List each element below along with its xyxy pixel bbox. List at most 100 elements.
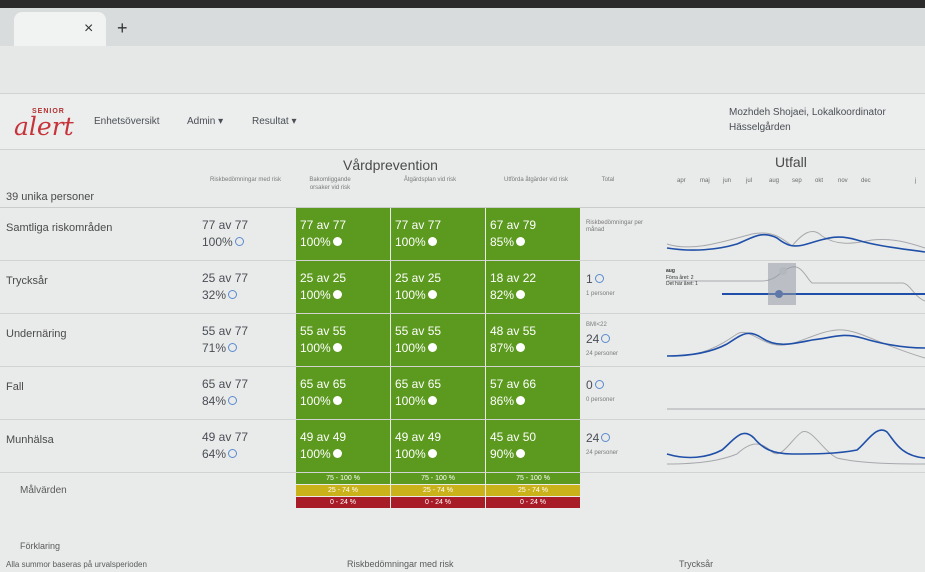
row-label[interactable]: Fall	[6, 381, 24, 393]
info-icon[interactable]	[234, 237, 244, 247]
risk-count: 25 av 77	[202, 271, 249, 285]
done-cell[interactable]: 45 av 50 90%	[486, 420, 580, 472]
risk-cell: 65 av 77 84%	[202, 376, 248, 410]
legend-band-yellow: 25 - 74 %	[296, 485, 390, 496]
nav-link-results[interactable]: Resultat ▾	[252, 116, 296, 127]
done-cell[interactable]: 67 av 79 85%	[486, 208, 580, 260]
plan-cell[interactable]: 25 av 25 100%	[391, 261, 485, 313]
causes-cell[interactable]: 49 av 49 100%	[296, 420, 390, 472]
chart-tooltip: aug Förra året: 2 Det här året: 1	[666, 268, 766, 290]
plan-cell[interactable]: 55 av 55 100%	[391, 314, 485, 366]
total-note: Riskbedömningar per månad	[586, 220, 644, 233]
plan-cell[interactable]: 65 av 65 100%	[391, 367, 485, 419]
done-count: 45 av 50	[490, 430, 537, 444]
logo-main-text: alert	[14, 112, 74, 141]
target-values-label: Målvärden	[20, 485, 67, 496]
info-icon[interactable]	[228, 290, 238, 300]
causes-percent: 100%	[300, 235, 331, 249]
legend-band-green: 75 - 100 %	[486, 473, 580, 484]
info-icon[interactable]	[516, 237, 526, 247]
prevention-title: Vårdprevention	[343, 157, 438, 173]
new-tab-icon[interactable]: +	[117, 18, 128, 39]
info-icon[interactable]	[332, 290, 342, 300]
info-icon[interactable]	[332, 396, 342, 406]
info-icon[interactable]	[228, 449, 238, 459]
row-label[interactable]: Trycksår	[6, 275, 48, 287]
risk-count: 55 av 77	[202, 324, 249, 338]
causes-cell[interactable]: 55 av 55 100%	[296, 314, 390, 366]
legend-band-red: 0 - 24 %	[486, 497, 580, 508]
info-icon[interactable]	[427, 290, 437, 300]
total-value: 1	[586, 272, 604, 286]
info-icon[interactable]	[516, 396, 526, 406]
nav-link-unit-overview[interactable]: Enhetsöversikt	[94, 116, 160, 127]
info-icon[interactable]	[332, 237, 342, 247]
risk-cell: 55 av 77 71%	[202, 323, 248, 357]
sparkline-chart[interactable]	[662, 367, 925, 419]
legend-band-red: 0 - 24 %	[296, 497, 390, 508]
outcome-title: Utfall	[775, 154, 807, 170]
row-label[interactable]: Samtliga riskområden	[6, 222, 112, 234]
causes-cell[interactable]: 25 av 25 100%	[296, 261, 390, 313]
month-label: dec	[861, 178, 871, 184]
info-icon[interactable]	[228, 343, 238, 353]
info-icon[interactable]	[516, 343, 526, 353]
plan-percent: 100%	[395, 288, 426, 302]
sparkline-chart[interactable]	[662, 420, 925, 472]
info-icon[interactable]	[427, 396, 437, 406]
causes-percent: 100%	[300, 288, 331, 302]
info-icon[interactable]	[594, 274, 604, 284]
month-label: j	[915, 178, 917, 184]
done-cell[interactable]: 57 av 66 86%	[486, 367, 580, 419]
info-icon[interactable]	[516, 449, 526, 459]
info-icon[interactable]	[594, 380, 604, 390]
total-value: 24	[586, 332, 611, 346]
hover-highlight	[768, 263, 796, 305]
causes-cell[interactable]: 77 av 77 100%	[296, 208, 390, 260]
causes-count: 25 av 25	[300, 271, 347, 285]
close-tab-icon[interactable]: ×	[84, 20, 93, 38]
info-icon[interactable]	[516, 290, 526, 300]
sparkline-this-year	[666, 429, 925, 459]
row-label[interactable]: Undernäring	[6, 328, 67, 340]
info-icon[interactable]	[332, 343, 342, 353]
sparkline-chart[interactable]	[662, 208, 925, 260]
info-icon[interactable]	[427, 449, 437, 459]
info-icon[interactable]	[228, 396, 238, 406]
month-label: jun	[723, 178, 732, 184]
nav-link-admin[interactable]: Admin ▾	[187, 116, 223, 127]
table-row: Munhälsa 49 av 77 64% 49 av 49 100% 49 a…	[0, 420, 925, 473]
info-icon[interactable]	[427, 237, 437, 247]
plan-count: 55 av 55	[395, 324, 442, 338]
info-icon[interactable]	[332, 449, 342, 459]
month-label: jul	[746, 178, 753, 184]
info-icon[interactable]	[427, 343, 437, 353]
done-cell[interactable]: 48 av 55 87%	[486, 314, 580, 366]
total-persons: 24 personer	[586, 450, 619, 456]
sparkline-this-year	[666, 332, 925, 357]
info-icon[interactable]	[601, 334, 611, 344]
month-label: aug	[769, 178, 780, 184]
table-row: Undernäring 55 av 77 71% 55 av 55 100% 5…	[0, 314, 925, 367]
col-head-total: Total	[601, 177, 615, 183]
user-name[interactable]: Mozhdeh Shojaei, Lokalkoordinator	[729, 107, 886, 118]
month-label: okt	[815, 178, 824, 184]
total-persons: 0 personer	[586, 397, 615, 403]
plan-cell[interactable]: 49 av 49 100%	[391, 420, 485, 472]
browser-tab[interactable]: ×	[14, 12, 106, 46]
done-cell[interactable]: 18 av 22 82%	[486, 261, 580, 313]
sparkline-chart[interactable]	[662, 314, 925, 366]
legend-band-green: 75 - 100 %	[296, 473, 390, 484]
col-head-risk: Riskbedömningar med risk	[209, 177, 282, 183]
causes-cell[interactable]: 65 av 65 100%	[296, 367, 390, 419]
info-icon[interactable]	[601, 433, 611, 443]
done-count: 18 av 22	[490, 271, 537, 285]
table-row: Fall 65 av 77 84% 65 av 65 100% 65 av 65…	[0, 367, 925, 420]
address-bar-area	[0, 46, 925, 94]
plan-cell[interactable]: 77 av 77 100%	[391, 208, 485, 260]
user-unit: Hässelgården	[729, 122, 791, 133]
senior-alert-logo[interactable]: SENIOR alert	[14, 108, 84, 142]
plan-count: 49 av 49	[395, 430, 442, 444]
explanation-note: Alla summor baseras på urvalsperioden	[6, 560, 147, 569]
row-label[interactable]: Munhälsa	[6, 434, 54, 446]
